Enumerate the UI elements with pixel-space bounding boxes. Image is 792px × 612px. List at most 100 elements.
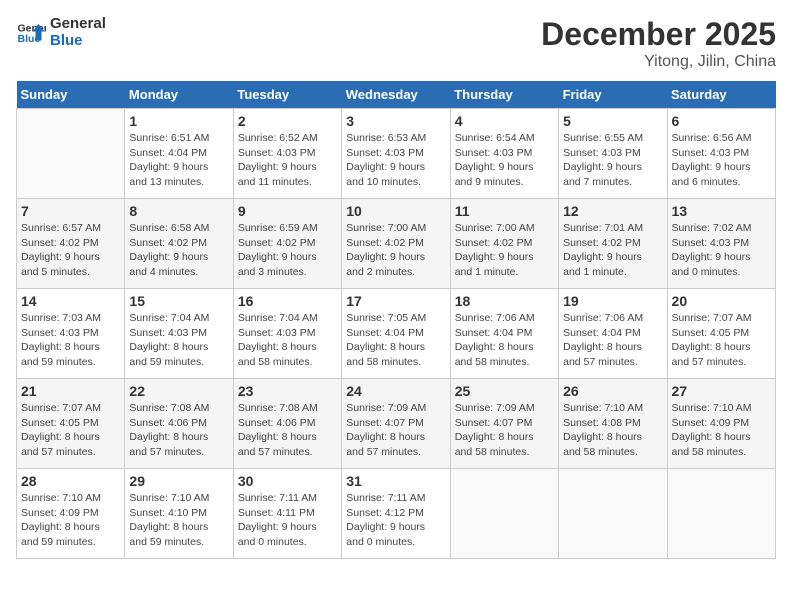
calendar-cell: 5 Sunrise: 6:55 AM Sunset: 4:03 PM Daylig… <box>559 109 667 199</box>
day-info: Sunrise: 7:11 AM Sunset: 4:11 PM Dayligh… <box>238 491 337 550</box>
day-number: 29 <box>129 473 228 489</box>
day-number: 14 <box>21 293 120 309</box>
calendar-cell: 3Sunrise: 6:53 AM Sunset: 4:03 PM Daylig… <box>342 109 450 199</box>
day-number: 9 <box>238 203 337 219</box>
calendar-cell: 22 Sunrise: 7:08 AM Sunset: 4:06 PM Dayli… <box>125 379 233 469</box>
day-number: 31 <box>346 473 445 489</box>
weekday-header: Tuesday <box>233 81 341 109</box>
day-number: 27 <box>672 383 771 399</box>
calendar-cell: 1 Sunrise: 6:51 AM Sunset: 4:04 PM Daylig… <box>125 109 233 199</box>
calendar-cell <box>667 469 775 559</box>
day-info: Sunrise: 7:10 AM Sunset: 4:09 PM Dayligh… <box>672 401 771 460</box>
day-number: 8 <box>129 203 228 219</box>
calendar-week-row: 7 Sunrise: 6:57 AM Sunset: 4:02 PM Daylig… <box>17 199 776 289</box>
weekday-header: Monday <box>125 81 233 109</box>
calendar-cell <box>17 109 125 199</box>
day-number: 20 <box>672 293 771 309</box>
day-info: Sunrise: 7:08 AM Sunset: 4:06 PM Dayligh… <box>238 401 337 460</box>
logo-icon: General Blue <box>16 18 46 48</box>
calendar-cell: 14 Sunrise: 7:03 AM Sunset: 4:03 PM Dayli… <box>17 289 125 379</box>
weekday-header: Saturday <box>667 81 775 109</box>
day-number: 7 <box>21 203 120 219</box>
month-title: December 2025 <box>541 16 776 53</box>
day-info: Sunrise: 6:53 AM Sunset: 4:03 PM Dayligh… <box>346 131 445 190</box>
day-info: Sunrise: 7:05 AM Sunset: 4:04 PM Dayligh… <box>346 311 445 370</box>
day-number: 6 <box>672 113 771 129</box>
calendar-table: SundayMondayTuesdayWednesdayThursdayFrid… <box>16 81 776 559</box>
day-info: Sunrise: 7:03 AM Sunset: 4:03 PM Dayligh… <box>21 311 120 370</box>
weekday-header: Thursday <box>450 81 558 109</box>
calendar-cell: 6 Sunrise: 6:56 AM Sunset: 4:03 PM Daylig… <box>667 109 775 199</box>
day-number: 23 <box>238 383 337 399</box>
day-info: Sunrise: 7:00 AM Sunset: 4:02 PM Dayligh… <box>455 221 554 280</box>
calendar-cell <box>450 469 558 559</box>
calendar-cell: 19 Sunrise: 7:06 AM Sunset: 4:04 PM Dayli… <box>559 289 667 379</box>
day-number: 30 <box>238 473 337 489</box>
calendar-cell <box>559 469 667 559</box>
day-number: 5 <box>563 113 662 129</box>
day-info: Sunrise: 7:07 AM Sunset: 4:05 PM Dayligh… <box>672 311 771 370</box>
calendar-cell: 8Sunrise: 6:58 AM Sunset: 4:02 PM Daylig… <box>125 199 233 289</box>
day-number: 22 <box>129 383 228 399</box>
logo-blue: Blue <box>50 33 106 50</box>
day-number: 16 <box>238 293 337 309</box>
calendar-cell: 4Sunrise: 6:54 AM Sunset: 4:03 PM Daylig… <box>450 109 558 199</box>
calendar-cell: 11 Sunrise: 7:00 AM Sunset: 4:02 PM Dayli… <box>450 199 558 289</box>
location-title: Yitong, Jilin, China <box>541 53 776 71</box>
calendar-header-row: SundayMondayTuesdayWednesdayThursdayFrid… <box>17 81 776 109</box>
day-number: 11 <box>455 203 554 219</box>
day-number: 25 <box>455 383 554 399</box>
day-number: 26 <box>563 383 662 399</box>
calendar-cell: 25 Sunrise: 7:09 AM Sunset: 4:07 PM Dayli… <box>450 379 558 469</box>
day-number: 17 <box>346 293 445 309</box>
day-info: Sunrise: 7:07 AM Sunset: 4:05 PM Dayligh… <box>21 401 120 460</box>
day-number: 19 <box>563 293 662 309</box>
calendar-cell: 26 Sunrise: 7:10 AM Sunset: 4:08 PM Dayli… <box>559 379 667 469</box>
page-header: General Blue General Blue December 2025 … <box>16 16 776 71</box>
day-number: 18 <box>455 293 554 309</box>
day-info: Sunrise: 6:57 AM Sunset: 4:02 PM Dayligh… <box>21 221 120 280</box>
calendar-cell: 21 Sunrise: 7:07 AM Sunset: 4:05 PM Dayli… <box>17 379 125 469</box>
title-section: December 2025 Yitong, Jilin, China <box>541 16 776 71</box>
day-number: 4 <box>455 113 554 129</box>
day-info: Sunrise: 6:52 AM Sunset: 4:03 PM Dayligh… <box>238 131 337 190</box>
day-info: Sunrise: 6:56 AM Sunset: 4:03 PM Dayligh… <box>672 131 771 190</box>
logo: General Blue General Blue <box>16 16 106 49</box>
calendar-cell: 30 Sunrise: 7:11 AM Sunset: 4:11 PM Dayli… <box>233 469 341 559</box>
calendar-cell: 29 Sunrise: 7:10 AM Sunset: 4:10 PM Dayli… <box>125 469 233 559</box>
day-number: 15 <box>129 293 228 309</box>
day-number: 21 <box>21 383 120 399</box>
weekday-header: Wednesday <box>342 81 450 109</box>
calendar-cell: 20 Sunrise: 7:07 AM Sunset: 4:05 PM Dayli… <box>667 289 775 379</box>
weekday-header: Sunday <box>17 81 125 109</box>
day-info: Sunrise: 7:08 AM Sunset: 4:06 PM Dayligh… <box>129 401 228 460</box>
day-info: Sunrise: 7:06 AM Sunset: 4:04 PM Dayligh… <box>563 311 662 370</box>
calendar-cell: 18Sunrise: 7:06 AM Sunset: 4:04 PM Dayli… <box>450 289 558 379</box>
day-info: Sunrise: 7:10 AM Sunset: 4:10 PM Dayligh… <box>129 491 228 550</box>
day-number: 1 <box>129 113 228 129</box>
calendar-cell: 9 Sunrise: 6:59 AM Sunset: 4:02 PM Daylig… <box>233 199 341 289</box>
calendar-body: 1 Sunrise: 6:51 AM Sunset: 4:04 PM Daylig… <box>17 109 776 559</box>
logo-general: General <box>50 16 106 33</box>
calendar-cell: 16 Sunrise: 7:04 AM Sunset: 4:03 PM Dayli… <box>233 289 341 379</box>
day-info: Sunrise: 7:10 AM Sunset: 4:08 PM Dayligh… <box>563 401 662 460</box>
day-info: Sunrise: 7:10 AM Sunset: 4:09 PM Dayligh… <box>21 491 120 550</box>
calendar-cell: 7 Sunrise: 6:57 AM Sunset: 4:02 PM Daylig… <box>17 199 125 289</box>
calendar-cell: 23 Sunrise: 7:08 AM Sunset: 4:06 PM Dayli… <box>233 379 341 469</box>
day-info: Sunrise: 6:51 AM Sunset: 4:04 PM Dayligh… <box>129 131 228 190</box>
day-info: Sunrise: 7:01 AM Sunset: 4:02 PM Dayligh… <box>563 221 662 280</box>
day-number: 24 <box>346 383 445 399</box>
day-info: Sunrise: 7:04 AM Sunset: 4:03 PM Dayligh… <box>238 311 337 370</box>
weekday-header: Friday <box>559 81 667 109</box>
day-info: Sunrise: 6:59 AM Sunset: 4:02 PM Dayligh… <box>238 221 337 280</box>
calendar-cell: 12Sunrise: 7:01 AM Sunset: 4:02 PM Dayli… <box>559 199 667 289</box>
calendar-cell: 15Sunrise: 7:04 AM Sunset: 4:03 PM Dayli… <box>125 289 233 379</box>
calendar-cell: 27 Sunrise: 7:10 AM Sunset: 4:09 PM Dayli… <box>667 379 775 469</box>
day-number: 13 <box>672 203 771 219</box>
calendar-cell: 24Sunrise: 7:09 AM Sunset: 4:07 PM Dayli… <box>342 379 450 469</box>
calendar-week-row: 14 Sunrise: 7:03 AM Sunset: 4:03 PM Dayli… <box>17 289 776 379</box>
calendar-cell: 10Sunrise: 7:00 AM Sunset: 4:02 PM Dayli… <box>342 199 450 289</box>
calendar-cell: 17 Sunrise: 7:05 AM Sunset: 4:04 PM Dayli… <box>342 289 450 379</box>
day-info: Sunrise: 7:09 AM Sunset: 4:07 PM Dayligh… <box>455 401 554 460</box>
day-info: Sunrise: 6:55 AM Sunset: 4:03 PM Dayligh… <box>563 131 662 190</box>
